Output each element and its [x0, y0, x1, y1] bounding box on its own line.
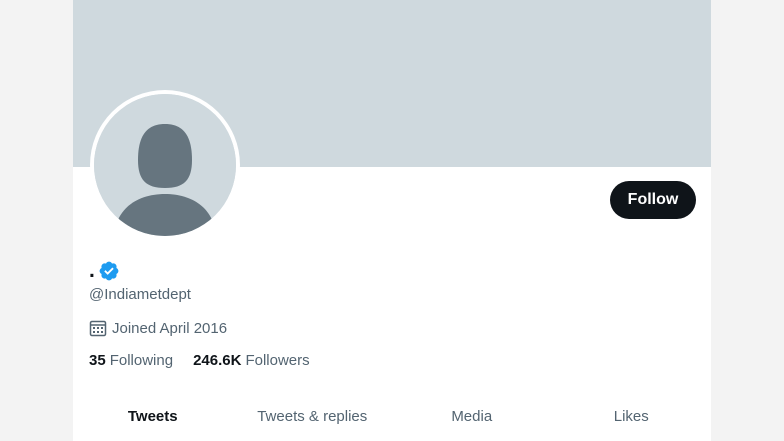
followers-count: 246.6K	[193, 352, 242, 369]
followers-link[interactable]: 246.6K Followers	[193, 352, 310, 369]
following-count: 35	[89, 352, 106, 369]
follow-button[interactable]: Follow	[610, 181, 696, 219]
joined-date: Joined April 2016	[89, 319, 227, 337]
profile-card: Follow . @Indiametdept Joined April 2016…	[73, 0, 711, 441]
display-name-row: .	[89, 258, 120, 284]
display-name: .	[89, 259, 95, 282]
following-link[interactable]: 35 Following	[89, 352, 173, 369]
calendar-icon	[89, 319, 107, 337]
following-label: Following	[109, 352, 174, 369]
screen: Follow . @Indiametdept Joined April 2016…	[0, 0, 784, 441]
tab-likes[interactable]: Likes	[552, 396, 712, 441]
verified-badge-icon[interactable]	[98, 260, 120, 282]
follow-stats: 35 Following 246.6K Followers	[89, 352, 310, 369]
tab-tweets[interactable]: Tweets	[73, 396, 233, 441]
default-avatar-icon	[94, 94, 236, 236]
profile-tabs: Tweets Tweets & replies Media Likes	[73, 396, 711, 441]
joined-label: Joined April 2016	[112, 319, 228, 337]
tab-tweets-replies[interactable]: Tweets & replies	[233, 396, 393, 441]
tab-media[interactable]: Media	[392, 396, 552, 441]
profile-avatar[interactable]	[90, 90, 240, 240]
followers-label: Followers	[245, 352, 310, 369]
profile-handle: @Indiametdept	[89, 286, 191, 303]
